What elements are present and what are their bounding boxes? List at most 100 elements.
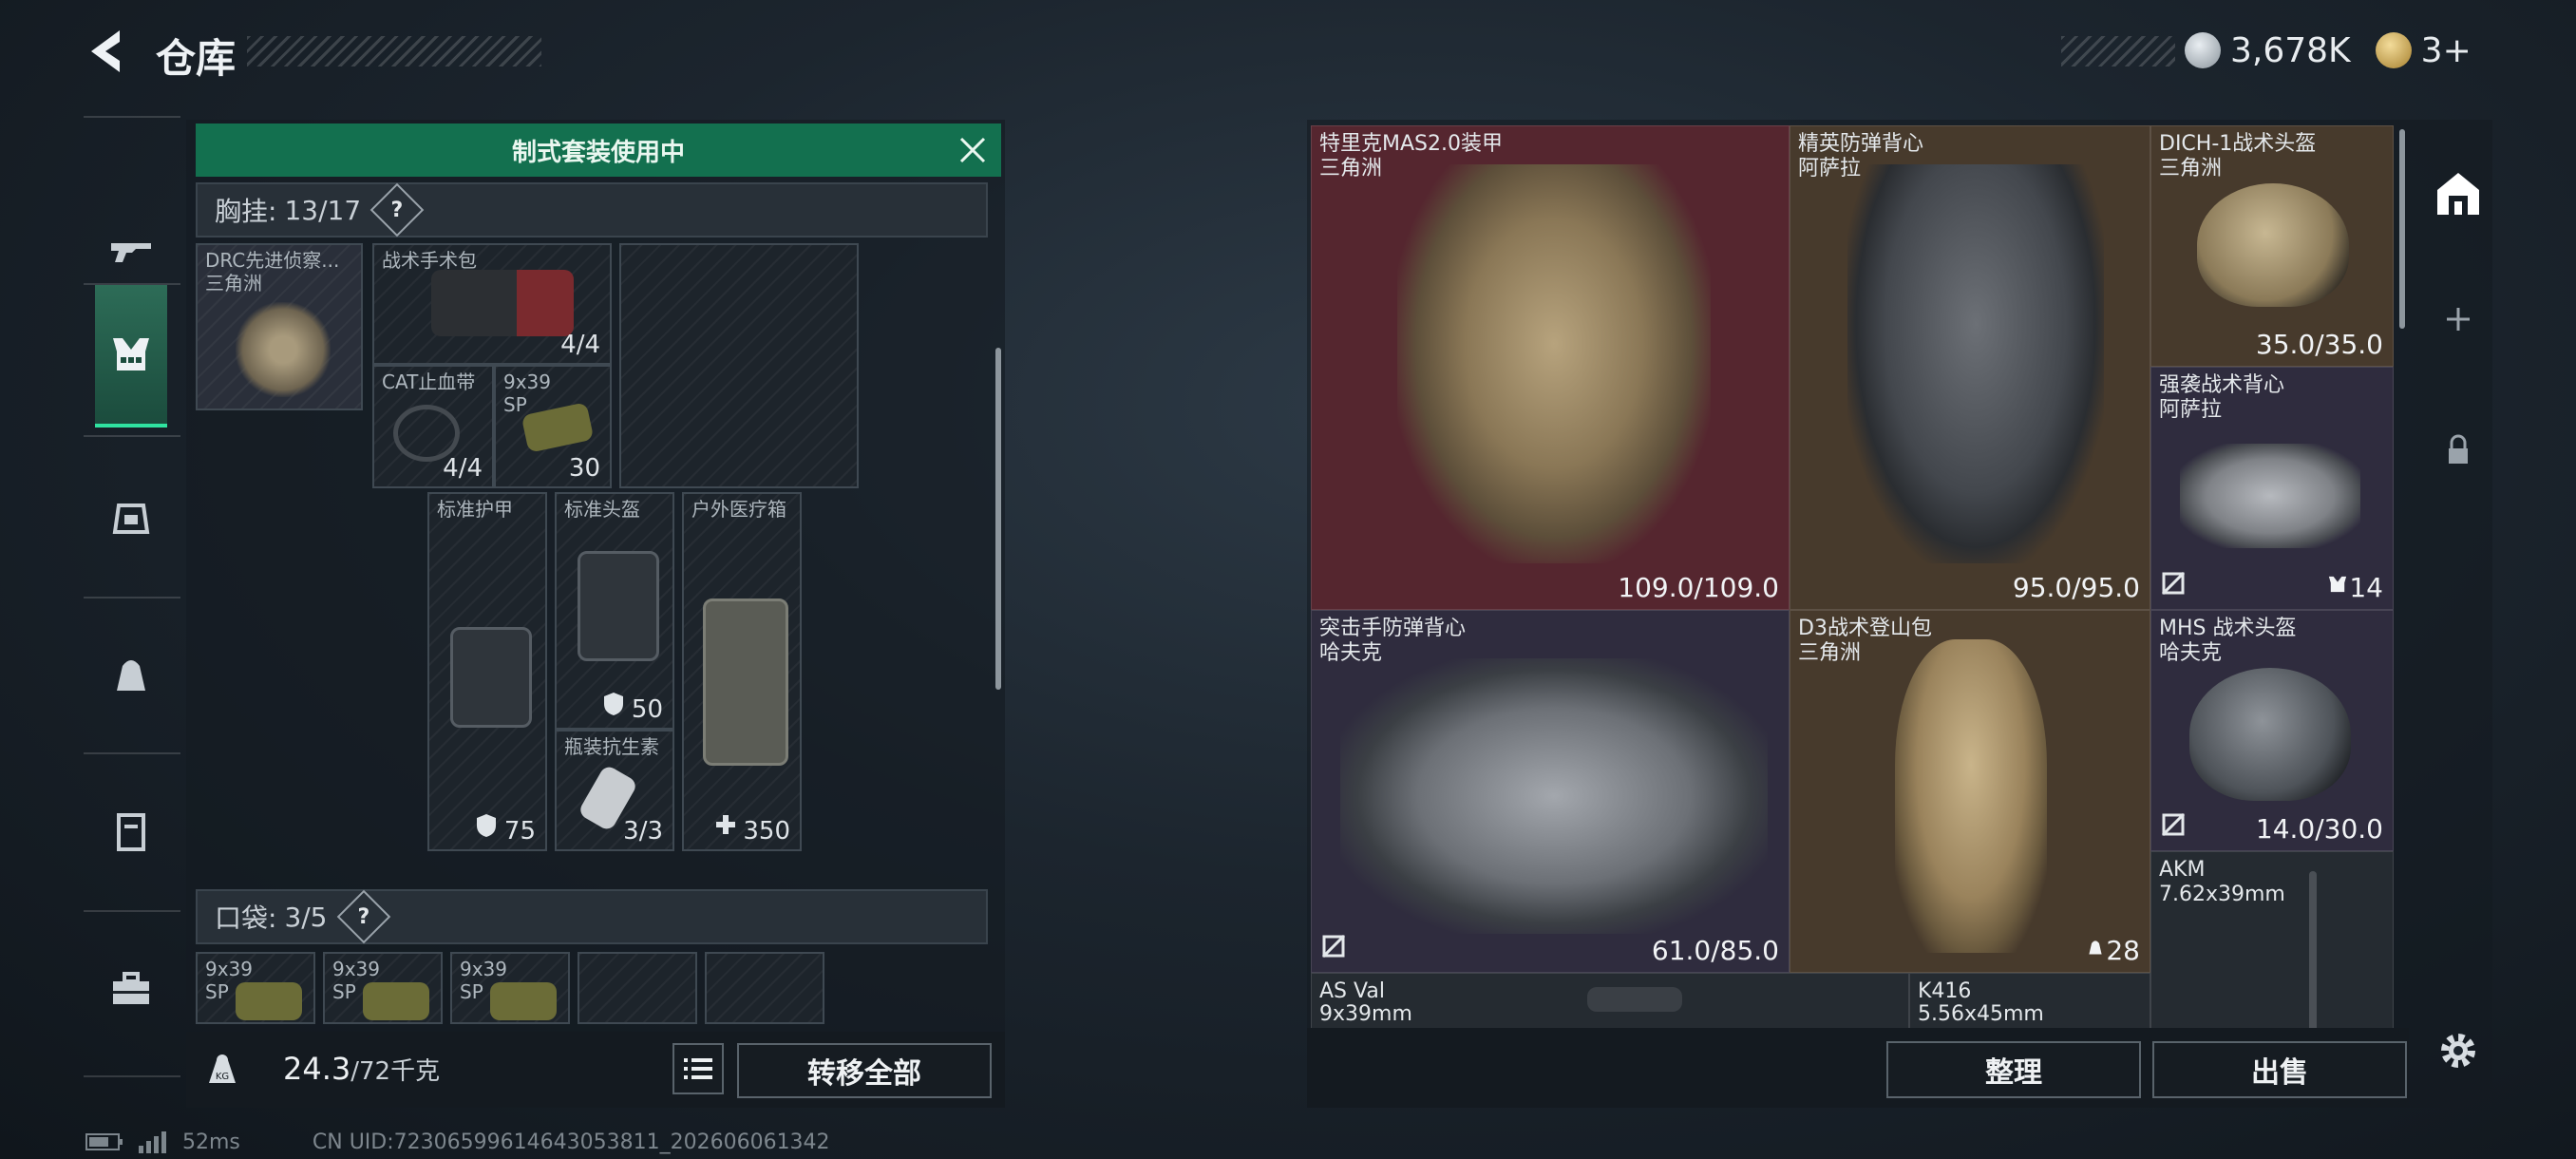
empty-slot[interactable] [619,243,859,488]
pocket-slot-empty[interactable] [705,952,824,1024]
item-name: MHS 战术头盔 [2159,617,2297,640]
second-currency-amount: 3+ [2420,30,2472,70]
status-bar: 52ms CN UID:72306599614643053811_2026060… [85,1129,830,1155]
back-button[interactable] [82,23,129,80]
sidebar-divider [84,1075,180,1077]
title-decoration [247,36,541,66]
plus-icon [714,813,737,840]
slot-helmet[interactable]: 标准头盔 50 [555,492,674,730]
storage-scrollbar[interactable] [2399,129,2405,329]
item-value: 350 [743,817,790,846]
add-storage-button[interactable] [2439,300,2477,338]
chest-rig-label: 胸挂: [215,196,277,227]
chest-rig-icon [113,338,149,370]
silver-coin-icon [2185,32,2221,68]
sort-button[interactable]: 整理 [1886,1041,2141,1098]
sell-button[interactable]: 出售 [2152,1041,2407,1098]
sidebar-item-toolbox[interactable] [95,917,167,1059]
item-name: 特里克MAS2.0装甲 [1319,132,1503,156]
medical-box-art [703,598,788,766]
loadout-panel: 制式套装使用中 胸挂: 13/17 ? DRC先进侦察... 三角洲 战术手术包… [186,120,1005,1108]
storage-item[interactable]: 突击手防弹背心 哈夫克 61.0/85.0 [1311,610,1790,973]
close-banner-button[interactable] [956,133,990,167]
help-icon[interactable]: ? [369,182,425,238]
warehouse-tab[interactable] [2432,167,2485,220]
plus-icon [2447,308,2470,331]
item-maker: 三角洲 [2159,157,2223,180]
backpack-art [1895,639,2047,953]
currency-display[interactable]: 3,678K 3+ [2185,28,2472,72]
storage-item[interactable]: K416 5.56x45mm [1909,973,2150,1028]
loadout-banner: 制式套装使用中 [196,124,1001,177]
item-name: 瓶装抗生素 [564,735,659,758]
loadout-scrollbar[interactable] [995,348,1001,690]
sidebar-item-bag[interactable] [95,603,167,746]
item-name: 户外医疗箱 [691,498,786,521]
shield-icon [602,692,625,720]
sidebar-item-locker[interactable] [95,760,167,902]
sidebar-divider [84,910,180,912]
storage-item[interactable]: AS Val 9x39mm [1311,973,1909,1028]
sidebar-item-armor[interactable] [95,446,167,589]
pocket-slot[interactable]: 9x39 SP [450,952,570,1024]
pockets-count: 3/5 [284,901,328,933]
vest-art [1847,164,2104,563]
chest-rig-icon [2326,573,2349,599]
storage-item[interactable]: D3战术登山包 三角洲 28 [1790,610,2150,973]
weight-icon: KG [203,1051,241,1089]
pocket-slot[interactable]: 9x39 SP [196,952,315,1024]
item-capacity: 28 [2106,935,2140,966]
shield-icon [475,813,498,842]
storage-item[interactable]: 精英防弹背心 阿萨拉 95.0/95.0 [1790,125,2150,610]
item-capacity: 14 [2349,572,2383,603]
storage-panel: 特里克MAS2.0装甲 三角洲 109.0/109.0 精英防弹背心 阿萨拉 9… [1307,120,2492,1108]
helmet-art [2197,183,2349,307]
help-icon[interactable]: ? [336,889,390,944]
rig-item[interactable]: DRC先进侦察... 三角洲 [196,243,363,410]
weight-max: /72千克 [350,1057,441,1086]
no-insure-icon [2161,571,2186,599]
storage-rail [2416,120,2492,1108]
backpack-icon [112,504,150,534]
slot-body-armor[interactable]: 标准护甲 75 [427,492,547,851]
slot-surgical-kit[interactable]: 战术手术包 4/4 [372,243,612,365]
storage-grid: 特里克MAS2.0装甲 三角洲 109.0/109.0 精英防弹背心 阿萨拉 9… [1311,125,2394,1028]
storage-item[interactable]: DICH-1战术头盔 三角洲 35.0/35.0 [2150,125,2394,367]
currency-amount: 3,678K [2230,30,2351,70]
helmet-art [2189,668,2351,801]
pocket-slot-empty[interactable] [578,952,697,1024]
slot-ammo[interactable]: 9x39 SP 30 [494,365,612,488]
list-view-button[interactable] [672,1043,724,1094]
pockets-header: 口袋: 3/5 ? [196,889,988,944]
slot-tourniquet[interactable]: CAT止血带 4/4 [372,365,494,488]
storage-item[interactable]: 强袭战术背心 阿萨拉 14 [2150,367,2394,610]
no-insure-icon [1321,934,1346,962]
medkit-art [431,270,574,336]
item-maker: 哈夫克 [2159,641,2223,665]
backpack-icon [2085,936,2106,962]
svg-text:KG: KG [216,1072,229,1082]
tactical-vest-art [2180,444,2360,548]
item-name: DICH-1战术头盔 [2159,132,2317,156]
transfer-all-button[interactable]: 转移全部 [737,1043,992,1098]
storage-item[interactable]: 特里克MAS2.0装甲 三角洲 109.0/109.0 [1311,125,1790,610]
item-name: DRC先进侦察... [205,249,340,272]
item-value: 4/4 [560,331,600,359]
sidebar-divider [84,116,180,118]
pocket-slot[interactable]: 9x39 SP [323,952,443,1024]
settings-button[interactable] [2435,1028,2481,1074]
slot-antibiotics[interactable]: 瓶装抗生素 3/3 [555,730,674,851]
signal-icon [139,1131,166,1153]
page-title: 仓库 [156,35,237,82]
item-name: 突击手防弹背心 [1319,617,1467,640]
item-maker: 三角洲 [1798,641,1862,665]
item-name: AS Val [1319,979,1385,1003]
item-name: 强袭战术背心 [2159,373,2285,397]
storage-item[interactable]: MHS 战术头盔 哈夫克 14.0/30.0 [2150,610,2394,851]
chest-rig-count: 13/17 [284,194,362,226]
slot-outdoor-medkit[interactable]: 户外医疗箱 350 [682,492,802,851]
item-name: D3战术登山包 [1798,617,1932,640]
storage-item[interactable]: AKM 7.62x39mm [2150,851,2394,1028]
locked-storage-button[interactable] [2443,433,2473,467]
sidebar-item-chest-rig[interactable] [95,285,167,428]
